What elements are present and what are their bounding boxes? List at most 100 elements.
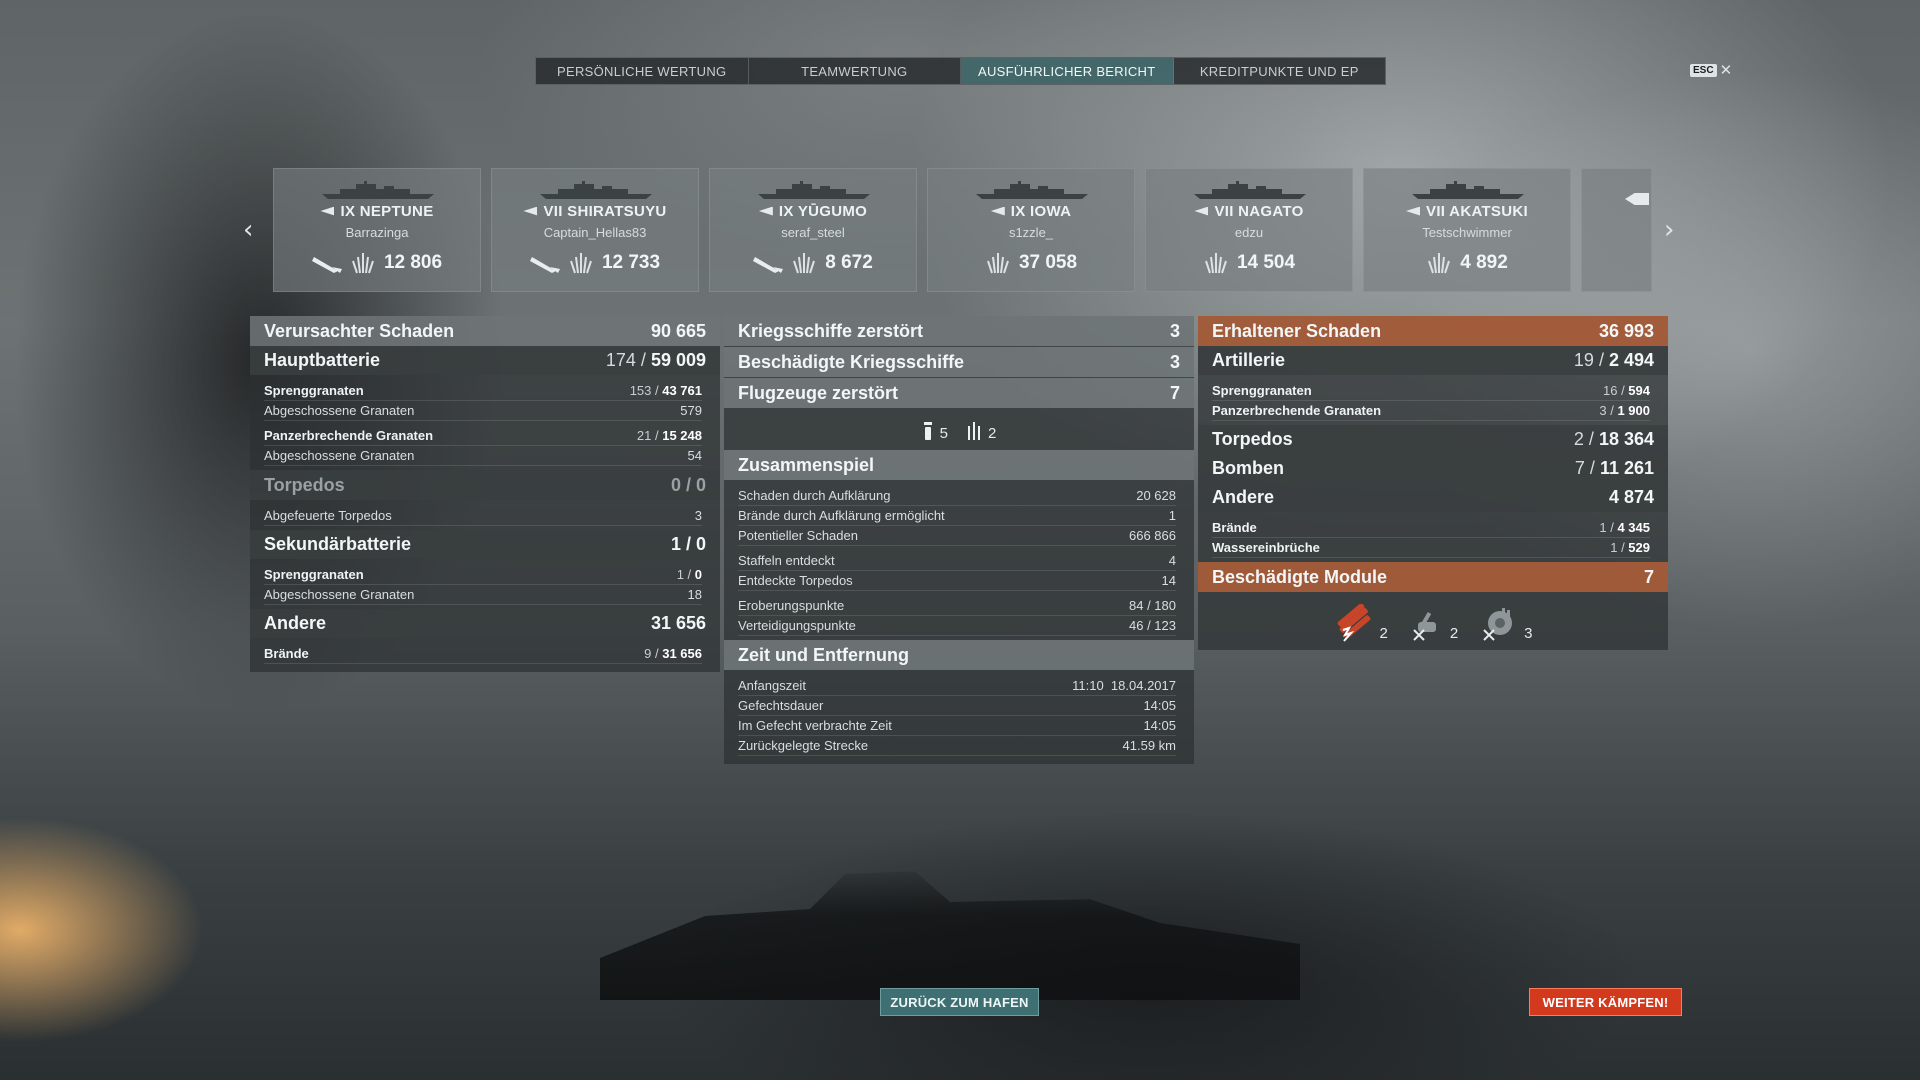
carousel-prev-button[interactable]: ‹ xyxy=(243,215,253,245)
player-card[interactable]: VII AKATSUKI Testschwimmer 4 892 xyxy=(1363,168,1571,292)
damage-ribbon-icon xyxy=(568,251,594,275)
fires-dealt-row: Brände 9 / 31 656 xyxy=(264,644,702,664)
main-he-label: Sprenggranaten xyxy=(264,383,364,398)
distance-label: Zurückgelegte Strecke xyxy=(738,738,869,753)
close-button[interactable]: ESC ✕ xyxy=(1690,63,1732,78)
player-damage: 37 058 xyxy=(1018,252,1078,273)
ship-name-row: VII SHIRATSUYU xyxy=(492,203,698,220)
player-name: Captain_Hellas83 xyxy=(543,225,647,240)
squadrons-spotted-row: Staffeln entdeckt 4 xyxy=(738,551,1176,571)
torpedo-received-hits: 2 xyxy=(1573,429,1584,449)
start-time-row: Anfangszeit 11:10 18.04.2017 xyxy=(738,676,1176,696)
tab-team-score[interactable]: TEAMWERTUNG xyxy=(749,58,961,84)
plane-icon xyxy=(753,251,784,275)
keep-fighting-button[interactable]: WEITER KÄMPFEN! xyxy=(1529,988,1682,1016)
flooding-received-row: Wassereinbrüche 1 / 529 xyxy=(1212,538,1650,558)
start-time-label: Anfangszeit xyxy=(738,678,806,693)
ship-name-row: IX NEPTUNE xyxy=(274,203,480,220)
player-card[interactable]: IX IOWA s1zzle_ 37 058 xyxy=(927,168,1135,292)
ship-name-row: VII AKATSUKI xyxy=(1364,203,1570,220)
received-ap-hits: 3 xyxy=(1599,403,1607,418)
distance-value: 41.59 km xyxy=(1122,738,1176,753)
time-in-battle-row: Im Gefecht verbrachte Zeit 14:05 xyxy=(738,716,1176,736)
player-card[interactable]: VII SHIRATSUYU Captain_Hellas83 12 733 xyxy=(491,168,699,292)
damaged-modules-label: Beschädigte Module xyxy=(1212,566,1388,587)
main-turret-damage: 3 xyxy=(1480,606,1533,642)
close-icon: ✕ xyxy=(1719,62,1733,79)
potential-damage-label: Potentieller Schaden xyxy=(738,528,858,543)
main-he-hits: 153 xyxy=(629,383,652,398)
ship-silhouette-icon xyxy=(540,181,652,199)
tab-personal-score[interactable]: PERSÖNLICHE WERTUNG xyxy=(536,58,749,84)
bombers-destroyed-count: 5 xyxy=(939,425,948,442)
damaged-modules-header: Beschädigte Module 7 xyxy=(1198,562,1668,592)
bombers-destroyed: 5 xyxy=(922,420,948,442)
distance-row: Zurückgelegte Strecke 41.59 km xyxy=(738,736,1176,756)
battle-duration-row: Gefechtsdauer 14:05 xyxy=(738,696,1176,716)
received-he-label: Sprenggranaten xyxy=(1212,383,1312,398)
destroyer-icon xyxy=(523,206,538,216)
caused-damage-header: Verursachter Schaden 90 665 xyxy=(250,316,720,346)
capture-points-label: Eroberungspunkte xyxy=(738,598,845,613)
fighter-icon xyxy=(968,422,980,440)
bomber-icon xyxy=(923,422,932,440)
spotting-damage-row: Schaden durch Aufklärung 20 628 xyxy=(738,486,1176,506)
damage-ribbon-icon xyxy=(1426,251,1452,275)
main-turret-damage-count: 3 xyxy=(1524,625,1533,642)
flooding-received-damage: 529 xyxy=(1628,540,1650,555)
ship-silhouette-icon xyxy=(1194,181,1306,199)
torpedo-tube-damage-count: 2 xyxy=(1379,625,1388,642)
secondary-he-row: Sprenggranaten 1 / 0 xyxy=(264,565,702,585)
torpedoes-spotted-row: Entdeckte Torpedos 14 xyxy=(738,571,1176,591)
tab-credits-xp[interactable]: KREDITPUNKTE UND EP xyxy=(1174,58,1386,84)
player-name: Testschwimmer xyxy=(1422,225,1512,240)
battleship-icon xyxy=(990,206,1005,216)
damage-row: 8 672 xyxy=(710,251,916,275)
other-dealt-label: Andere xyxy=(264,613,327,633)
main-he-fired-row: Abgeschossene Granaten 579 xyxy=(264,401,702,421)
fighters-destroyed: 2 xyxy=(966,420,996,442)
damage-ribbon-icon xyxy=(1203,251,1229,275)
torpedo-fired-label: Abgefeuerte Torpedos xyxy=(264,508,392,523)
other-received-value: 4 874 xyxy=(1608,487,1654,507)
planes-destroyed-label: Flugzeuge zerstört xyxy=(738,382,899,403)
defense-points-label: Verteidigungspunkte xyxy=(738,618,856,633)
damage-row: 37 058 xyxy=(928,251,1134,275)
ship-name: VII NAGATO xyxy=(1214,203,1304,220)
main-battery-label: Hauptbatterie xyxy=(264,350,381,370)
return-to-port-button[interactable]: ZURÜCK ZUM HAFEN xyxy=(880,988,1039,1016)
bombs-received-damage: 11 261 xyxy=(1599,458,1654,478)
other-dealt-value: 31 656 xyxy=(650,613,706,633)
player-card-partial[interactable] xyxy=(1581,168,1652,292)
secondary-value: 1 / 0 xyxy=(670,534,706,554)
torpedo-dealt-label: Torpedos xyxy=(264,474,345,495)
ships-destroyed-header: Kriegsschiffe zerstört 3 xyxy=(724,316,1194,346)
secondary-label: Sekundärbatterie xyxy=(264,534,412,554)
secondary-gun-damage-count: 2 xyxy=(1449,625,1459,642)
torpedo-fired-value: 3 xyxy=(694,508,702,523)
player-card[interactable]: VII NAGATO edzu 14 504 xyxy=(1145,168,1353,292)
torpedo-tube-damage: 2 xyxy=(1333,604,1388,642)
damage-received-panel: Erhaltener Schaden 36 993 Artillerie 19 … xyxy=(1198,316,1668,650)
caused-damage-label: Verursachter Schaden xyxy=(264,320,455,341)
fires-dealt-label: Brände xyxy=(264,646,309,661)
other-received-header: Andere 4 874 xyxy=(1198,483,1668,512)
destroyer-icon xyxy=(758,206,773,216)
spotting-fires-value: 1 xyxy=(1168,508,1176,523)
time-in-battle-value: 14:05 xyxy=(1143,718,1176,733)
tab-detailed-report[interactable]: AUSFÜHRLICHER BERICHT xyxy=(961,58,1174,84)
plane-type-breakdown: 5 2 xyxy=(724,408,1194,450)
player-card[interactable]: IX NEPTUNE Barrazinga 12 806 xyxy=(273,168,481,292)
fires-received-hits: 1 xyxy=(1599,520,1607,535)
ships-destroyed-value: 3 xyxy=(1169,320,1180,341)
artillery-received-hits: 19 xyxy=(1573,350,1594,370)
battle-duration-label: Gefechtsdauer xyxy=(738,698,824,713)
damaged-modules-icons: 2 2 3 xyxy=(1198,592,1668,650)
spotting-damage-label: Schaden durch Aufklärung xyxy=(738,488,891,503)
player-card[interactable]: IX YŪGUMO seraf_steel 8 672 xyxy=(709,168,917,292)
tab-bar: PERSÖNLICHE WERTUNG TEAMWERTUNG AUSFÜHRL… xyxy=(535,57,1386,85)
time-distance-label: Zeit und Entfernung xyxy=(738,644,909,665)
main-he-row: Sprenggranaten 153 / 43 761 xyxy=(264,381,702,401)
carousel-next-button[interactable]: › xyxy=(1664,215,1674,245)
player-name: edzu xyxy=(1234,225,1264,240)
